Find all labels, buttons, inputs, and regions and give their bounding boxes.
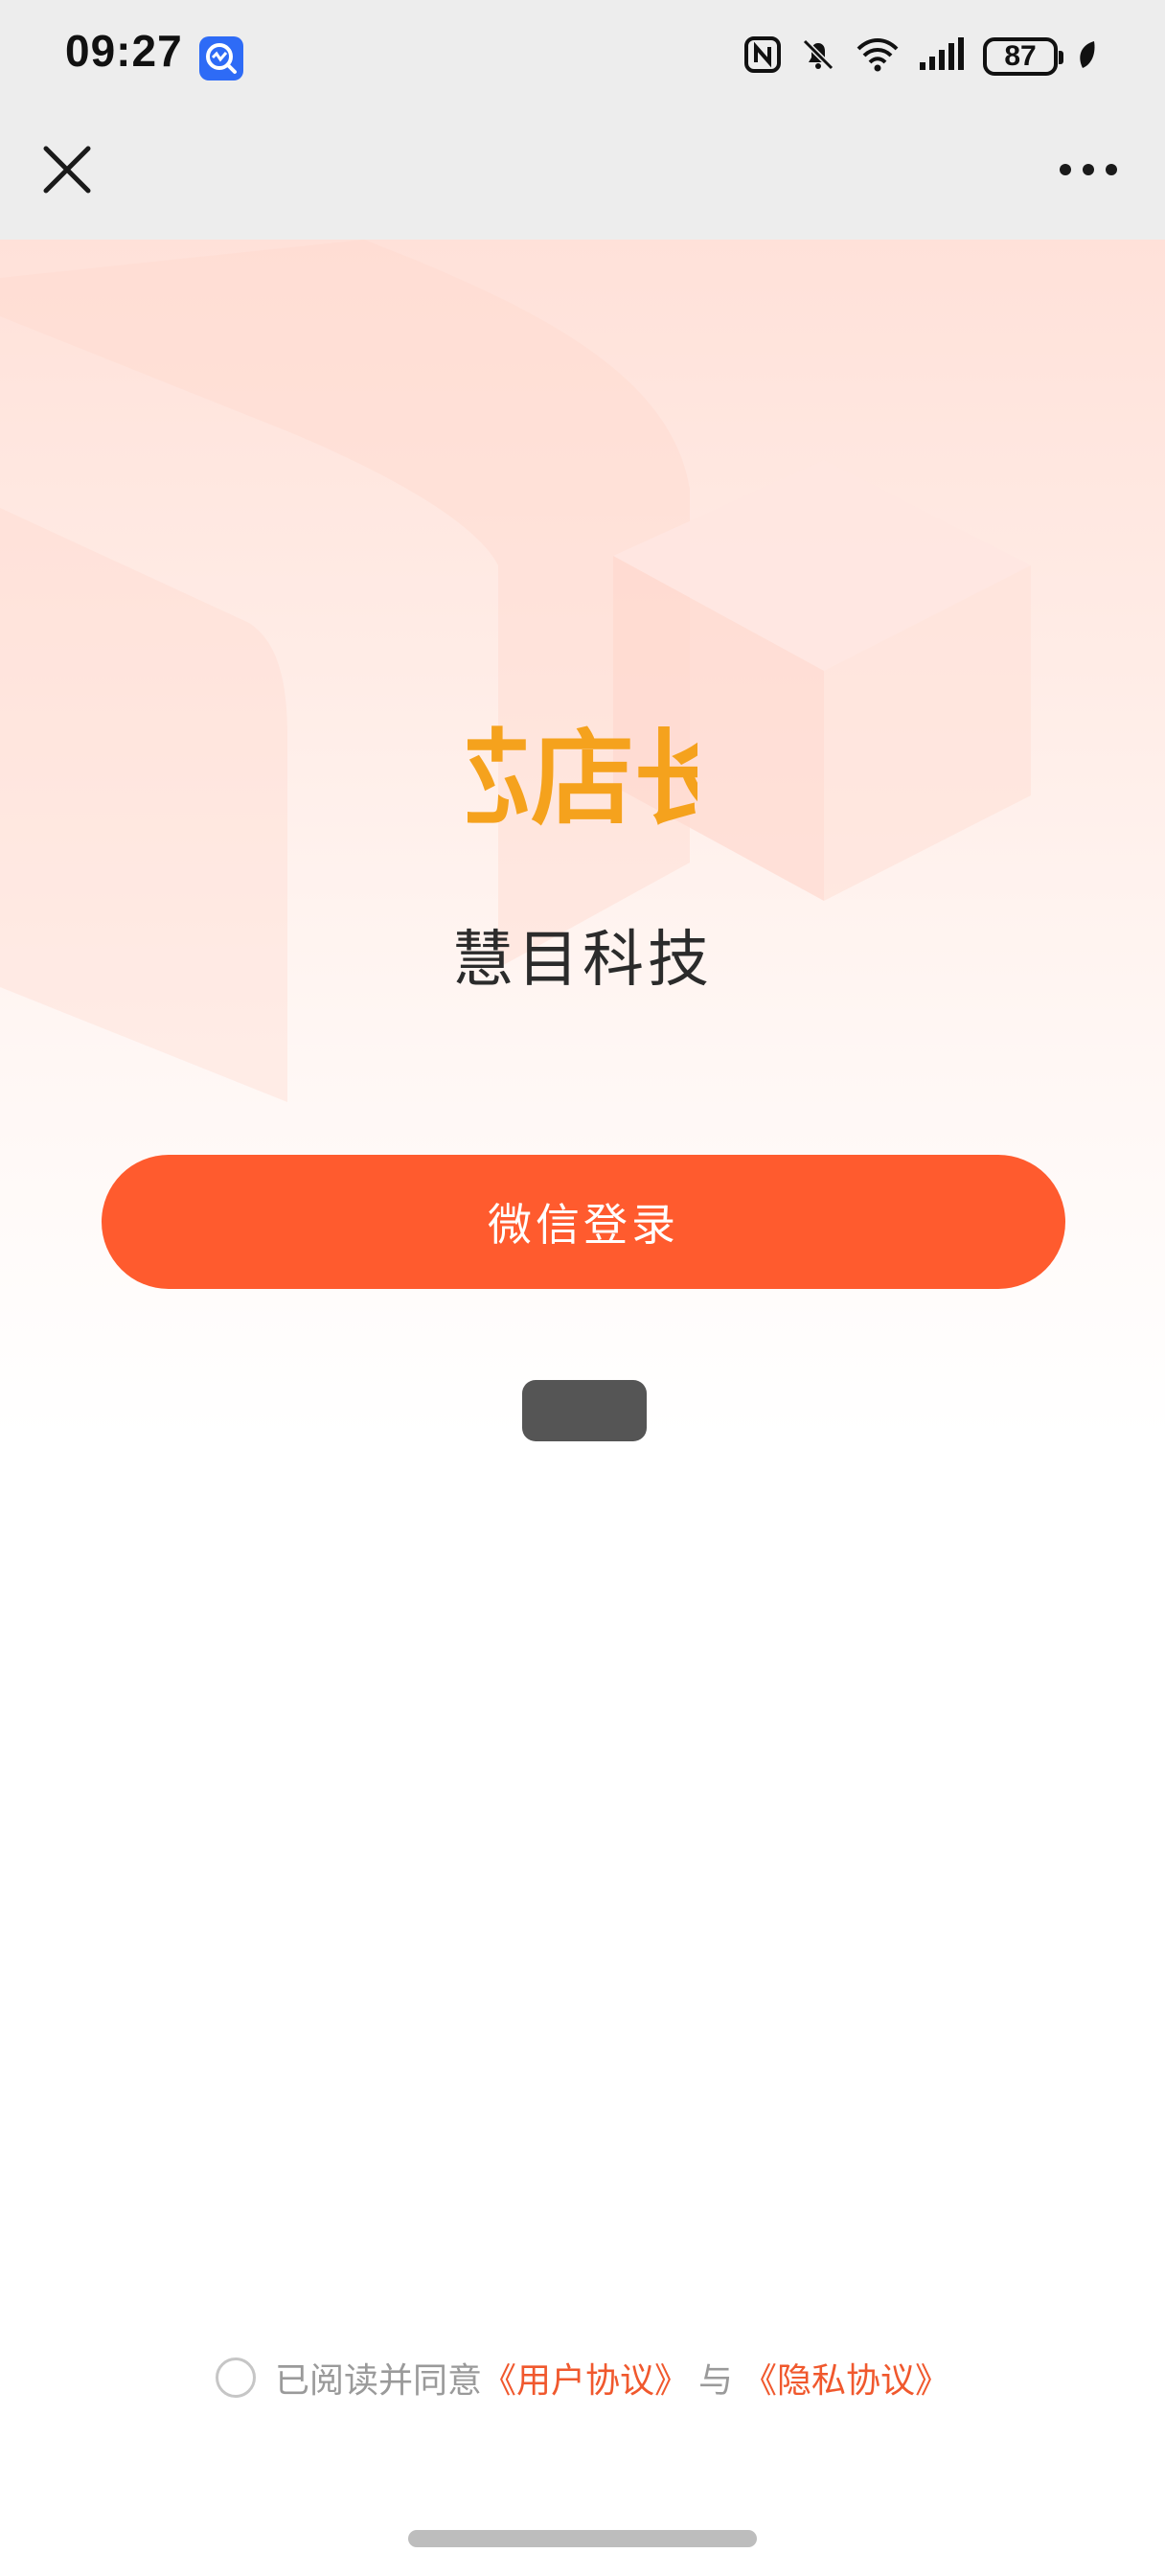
login-page: 09:27 87 芯店长 慧目科技 微信登录 已阅读并同意 《用户协议》 与 《… xyxy=(0,0,1165,2576)
agreement-prefix: 已阅读并同意 xyxy=(274,2360,482,2400)
signal-icon xyxy=(918,35,966,79)
status-icons: 87 xyxy=(743,33,1098,80)
brand-logo: 芯店长 xyxy=(427,652,738,853)
nfc-icon xyxy=(743,35,782,79)
leaf-icon xyxy=(1075,37,1098,77)
mini-tag xyxy=(522,1380,647,1441)
wechat-login-button[interactable]: 微信登录 xyxy=(102,1155,1065,1289)
logo-text: 芯店长 xyxy=(468,720,697,840)
home-indicator[interactable] xyxy=(408,2530,757,2547)
more-icon[interactable] xyxy=(1050,139,1127,200)
notification-app-icon xyxy=(199,36,243,80)
status-time: 09:27 xyxy=(65,26,183,76)
battery-icon: 87 xyxy=(983,37,1063,76)
agreement-row: 已阅读并同意 《用户协议》 与 《隐私协议》 xyxy=(0,2353,1165,2403)
nav-bar xyxy=(0,115,1165,240)
wifi-icon xyxy=(855,35,901,79)
privacy-agreement-link[interactable]: 《隐私协议》 xyxy=(742,2353,949,2403)
status-bar: 09:27 87 xyxy=(0,0,1165,115)
agree-checkbox[interactable] xyxy=(215,2358,256,2398)
company-name: 慧目科技 xyxy=(452,925,713,994)
mute-bell-icon xyxy=(799,35,837,79)
agreement-connector: 与 xyxy=(698,2360,734,2400)
close-icon[interactable] xyxy=(36,139,98,200)
user-agreement-link[interactable]: 《用户协议》 xyxy=(482,2353,689,2403)
